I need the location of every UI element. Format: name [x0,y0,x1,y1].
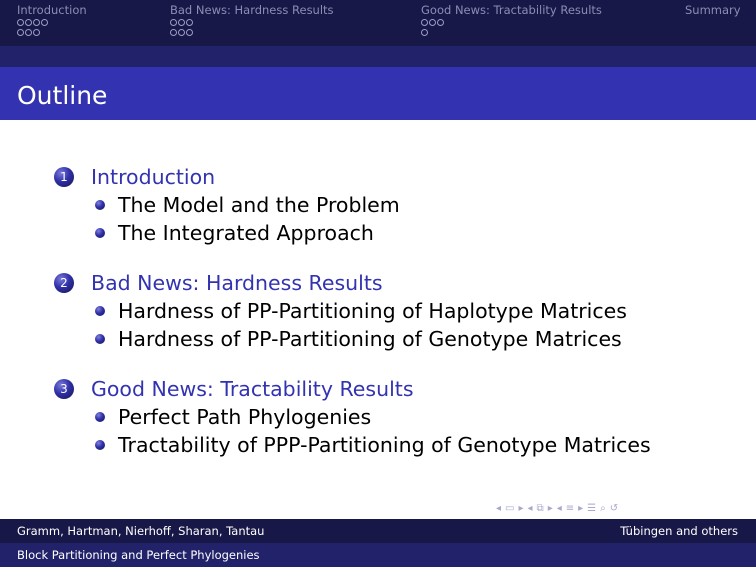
nav-frame-dots-row [421,29,602,37]
search-icon[interactable]: ⌕ [600,503,606,515]
subsection-icon[interactable]: ⧉ [537,503,544,515]
frame-icon[interactable]: ▭ [505,503,514,515]
outline-section-bad-news[interactable]: Bad News: Hardness Results [91,271,383,295]
align-icon[interactable]: ☰ [587,503,596,515]
frame-dot[interactable] [25,19,32,26]
outline-subsection[interactable]: Perfect Path Phylogenies [118,405,371,429]
frame-dot[interactable] [421,19,428,26]
nav-frame-dots-row [170,19,334,27]
footer-author-bar: Gramm, Hartman, Nierhoff, Sharan, Tantau… [0,519,756,543]
bullet-icon [95,228,105,238]
next-section-icon[interactable]: ▸ [578,503,583,515]
section-number-badge: 3 [54,379,74,399]
bullet-icon [95,440,105,450]
frame-dot[interactable] [41,19,48,26]
frame-title-bar: Outline [0,67,756,120]
nav-section-label[interactable]: Bad News: Hardness Results [170,4,334,17]
nav-section-label[interactable]: Good News: Tractability Results [421,4,602,17]
bullet-icon [95,200,105,210]
nav-frame-dots-row [17,19,87,27]
section-navigation-bar: Introduction Bad News: Hardness Results … [0,0,756,46]
frame-dot[interactable] [178,29,185,36]
back-icon[interactable]: ↺ [610,503,618,515]
outline-list: 1 Introduction The Model and the Problem… [0,120,756,500]
frame-dot[interactable] [421,29,428,36]
outline-subsection[interactable]: The Integrated Approach [118,221,374,245]
nav-frame-dots-row [170,29,334,37]
beamer-navigation-symbols: ◂ ▭ ▸ ◂ ⧉ ▸ ◂ ≡ ▸ ☰ ⌕ ↺ [496,502,618,516]
nav-frame-dots-row [17,29,87,37]
outline-subsection[interactable]: Tractability of PPP-Partitioning of Geno… [118,433,651,457]
footer-institute: Tübingen and others [620,524,738,538]
frame-dot[interactable] [170,29,177,36]
outline-section-good-news[interactable]: Good News: Tractability Results [91,377,414,401]
frame-dot[interactable] [186,19,193,26]
frame-dot[interactable] [178,19,185,26]
nav-section-label[interactable]: Summary [685,4,741,17]
frame-dot[interactable] [170,19,177,26]
nav-section-good-news[interactable]: Good News: Tractability Results [421,4,602,37]
next-frame-icon[interactable]: ▸ [518,503,523,515]
frame-dot[interactable] [25,29,32,36]
nav-section-bad-news[interactable]: Bad News: Hardness Results [170,4,334,37]
bullet-icon [95,306,105,316]
frame-dot[interactable] [429,19,436,26]
outline-subsection[interactable]: Hardness of PP-Partitioning of Haplotype… [118,299,627,323]
frame-title: Outline [17,81,108,110]
frame-dot[interactable] [186,29,193,36]
prev-frame-icon[interactable]: ◂ [496,503,501,515]
prev-section-icon[interactable]: ◂ [557,503,562,515]
footer-title-bar: Block Partitioning and Perfect Phylogeni… [0,543,756,567]
section-number-badge: 1 [54,167,74,187]
outline-subsection[interactable]: Hardness of PP-Partitioning of Genotype … [118,327,622,351]
section-icon[interactable]: ≡ [566,503,574,515]
next-subsection-icon[interactable]: ▸ [548,503,553,515]
outline-subsection[interactable]: The Model and the Problem [118,193,400,217]
nav-section-summary[interactable]: Summary [685,4,741,17]
section-number-badge: 2 [54,273,74,293]
header-spacer-bar [0,46,756,67]
footer-presentation-title: Block Partitioning and Perfect Phylogeni… [17,548,260,562]
frame-dot[interactable] [437,19,444,26]
nav-section-label[interactable]: Introduction [17,4,87,17]
frame-dot[interactable] [17,19,24,26]
nav-section-introduction[interactable]: Introduction [17,4,87,37]
frame-dot[interactable] [33,19,40,26]
frame-dot[interactable] [33,29,40,36]
footer-authors: Gramm, Hartman, Nierhoff, Sharan, Tantau [17,524,265,538]
bullet-icon [95,412,105,422]
frame-dot[interactable] [17,29,24,36]
bullet-icon [95,334,105,344]
nav-frame-dots-row [421,19,602,27]
outline-section-introduction[interactable]: Introduction [91,165,215,189]
prev-subsection-icon[interactable]: ◂ [528,503,533,515]
